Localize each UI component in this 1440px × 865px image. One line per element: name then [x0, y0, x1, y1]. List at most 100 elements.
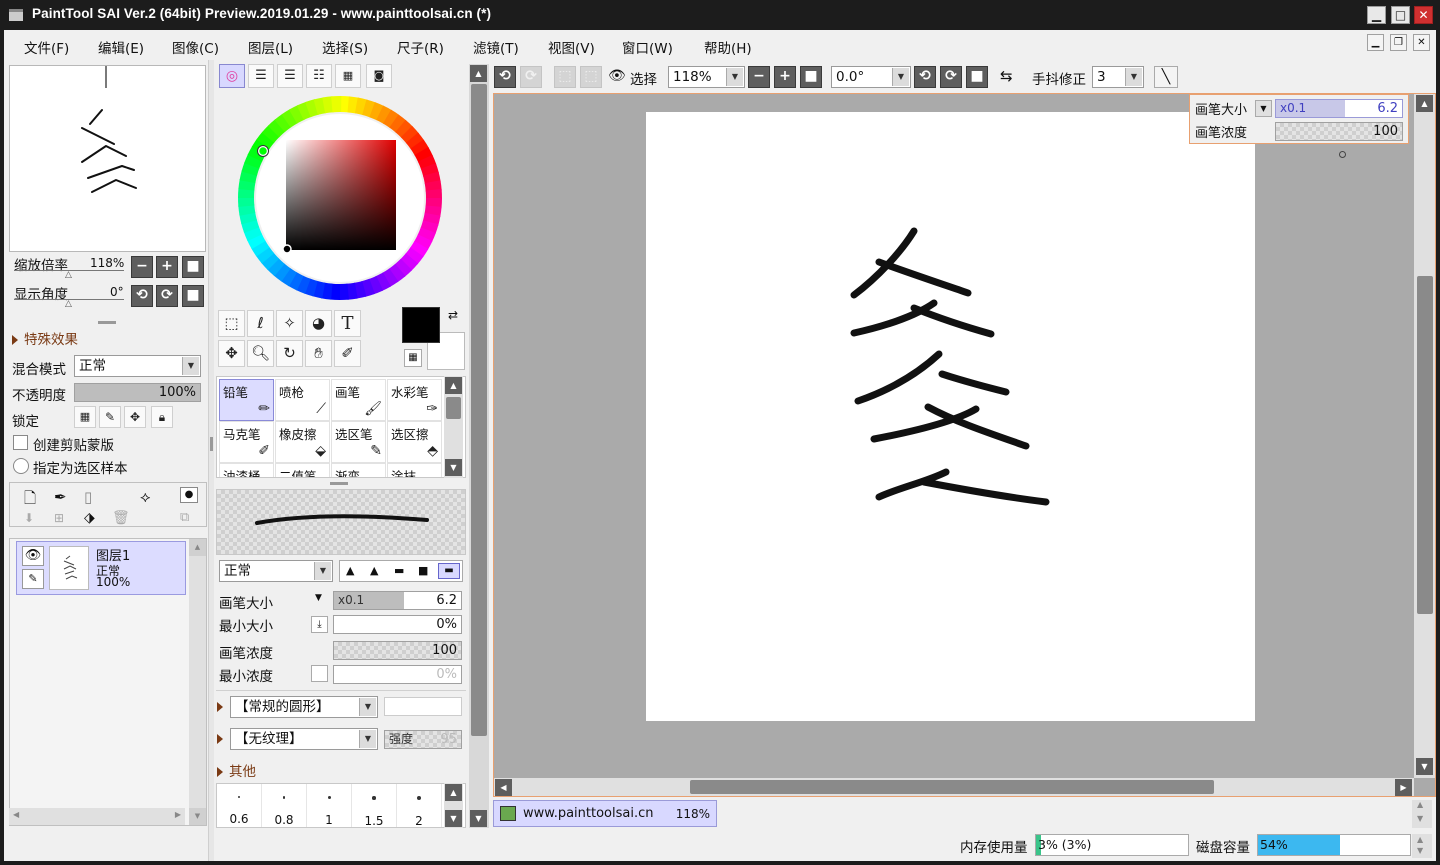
min-size-slider[interactable]: 0%	[333, 615, 462, 634]
brush-size-slider[interactable]: x0.1 6.2	[333, 591, 462, 610]
delete-layer-icon[interactable]: 🗑︎	[112, 510, 130, 526]
scroll-thumb[interactable]	[690, 780, 1214, 794]
rgb-sliders-tab-icon[interactable]: ☰	[248, 64, 274, 88]
scroll-thumb[interactable]	[1417, 276, 1433, 614]
scroll-left-arrow-icon[interactable]: ◀	[495, 779, 512, 796]
rotate-icon[interactable]: ↻	[276, 340, 303, 367]
menu-select[interactable]: 选择(S)	[322, 37, 368, 57]
merge-down-icon[interactable]: ⬇	[24, 511, 34, 525]
scroll-right-arrow-icon[interactable]: ▶	[1395, 779, 1412, 796]
maximize-button[interactable]: □	[1391, 6, 1410, 24]
new-folder-icon[interactable]: ▯	[84, 488, 92, 506]
toolbar-rotate-left-button[interactable]: ⟲	[914, 66, 936, 88]
menu-edit[interactable]: 编辑(E)	[98, 37, 144, 57]
hsv-sliders-tab-icon[interactable]: ☰	[277, 64, 303, 88]
brush-slot[interactable]: 马克笔 ✐	[219, 421, 274, 463]
other-header[interactable]: 其他	[217, 760, 256, 780]
density-slider[interactable]: 100	[333, 641, 462, 660]
edge-flat-icon[interactable]: ▬	[438, 563, 460, 579]
rect-select-icon[interactable]: ⬚	[218, 310, 245, 337]
paint-pencil-icon[interactable]: ✎	[22, 569, 44, 589]
lasso-icon[interactable]: ℓ	[247, 310, 274, 337]
rotate-reset-button[interactable]: ■	[182, 285, 204, 307]
selection-source-checkbox[interactable]	[13, 458, 29, 474]
texture-strength-slider[interactable]: 强度 95	[384, 730, 462, 749]
brush-slot[interactable]: 水彩笔 ✑	[387, 379, 442, 421]
menu-view[interactable]: 视图(V)	[548, 37, 595, 57]
menu-filter[interactable]: 滤镜(T)	[473, 37, 519, 57]
lock-transparency-icon[interactable]: ▦	[74, 406, 96, 428]
toolbar-rotate-reset-button[interactable]: ■	[966, 66, 988, 88]
edge-medium-icon[interactable]: ▲	[370, 564, 378, 577]
scroll-down-arrow-icon[interactable]: ▼	[470, 810, 487, 827]
color-wheel[interactable]	[236, 94, 444, 302]
zoom-reset-button[interactable]: ■	[182, 256, 204, 278]
tool-panel-scrollbar[interactable]: ▲ ▼	[469, 64, 489, 828]
navigator-preview[interactable]	[10, 66, 205, 251]
toolbar-zoom-select[interactable]: 118% ▼	[668, 66, 745, 88]
shape-icon[interactable]: ◕	[305, 310, 332, 337]
brush-shape-select[interactable]: 【常规的圆形】 ▼	[230, 696, 378, 718]
zoom-handle-icon[interactable]: △	[65, 270, 72, 280]
layer-effect-icon[interactable]: ⟡	[140, 487, 151, 507]
minimize-button[interactable]: ▁	[1367, 6, 1386, 24]
size-preset[interactable]: 2	[397, 784, 442, 828]
brush-slot[interactable]: 油漆桶⛁	[219, 463, 274, 477]
edge-hard-icon[interactable]: ▲	[346, 564, 354, 577]
toolbar-angle-select[interactable]: 0.0° ▼	[831, 66, 911, 88]
splitter-grip[interactable]	[330, 482, 348, 485]
move-icon[interactable]: ✥	[218, 340, 245, 367]
canvas-hscrollbar[interactable]: ◀ ▶	[494, 778, 1414, 796]
layer-row[interactable]: 👁︎ ✎ 图层1 正常 100%	[16, 541, 186, 595]
scroll-down-arrow-icon[interactable]: ▼	[189, 808, 206, 825]
zoom-out-button[interactable]: −	[131, 256, 153, 278]
deselect-button[interactable]: ⬚	[554, 66, 576, 88]
zoom-icon[interactable]: 🔍︎	[247, 340, 274, 367]
menu-ruler[interactable]: 尺子(R)	[397, 37, 444, 57]
status-scroller[interactable]: ▲ ▼	[1412, 834, 1432, 858]
layer-hscroll[interactable]: ◀ ▶	[9, 808, 185, 825]
brush-slot[interactable]: 橡皮擦 ⬙	[275, 421, 330, 463]
undo-button[interactable]: ⟲	[494, 66, 516, 88]
scroll-thumb[interactable]	[471, 84, 487, 736]
rotate-right-button[interactable]: ⟳	[156, 285, 178, 307]
mdi-restore-icon[interactable]: ❐	[1390, 34, 1407, 51]
min-density-slider[interactable]: 0%	[333, 665, 462, 684]
texture-expand-icon[interactable]	[217, 734, 223, 744]
layer-mask-icon[interactable]: ●	[180, 487, 198, 503]
edge-square-icon[interactable]: ■	[418, 564, 428, 577]
canvas-vscrollbar[interactable]: ▲ ▼	[1414, 94, 1435, 778]
effects-header[interactable]: 特殊效果	[12, 328, 78, 348]
blend-mode-select[interactable]: 正常 ▼	[74, 355, 201, 377]
size-preset[interactable]: 0.8	[262, 784, 307, 827]
brush-slot[interactable]: 二值笔✏	[275, 463, 330, 477]
canvas-page[interactable]	[646, 112, 1255, 721]
flip-horizontal-icon[interactable]: ⇆	[1000, 67, 1020, 87]
brush-blend-select[interactable]: 正常 ▼	[219, 560, 333, 582]
size-preset[interactable]: 0.6	[217, 784, 262, 827]
rotate-left-button[interactable]: ⟲	[131, 285, 153, 307]
zoom-in-button[interactable]: +	[156, 256, 178, 278]
scratchpad-tab-icon[interactable]: ◙	[366, 64, 392, 88]
scroll-down-arrow-icon[interactable]: ▼	[445, 459, 462, 476]
menu-layer[interactable]: 图层(L)	[248, 37, 293, 57]
menu-window[interactable]: 窗口(W)	[622, 37, 673, 57]
redo-button[interactable]: ⟳	[520, 66, 542, 88]
add-icon[interactable]: ⊞	[54, 511, 64, 525]
show-selection-icon[interactable]: 👁︎	[608, 68, 628, 86]
mdi-close-icon[interactable]: ✕	[1413, 34, 1430, 51]
shape-strength-field[interactable]	[384, 697, 462, 716]
brush-slot[interactable]: 喷枪 ⟋	[275, 379, 330, 421]
brush-slot[interactable]: 画笔 🖌︎	[331, 379, 386, 421]
toolbar-zoom-in-button[interactable]: +	[774, 66, 796, 88]
swap-colors-icon[interactable]: ⇄	[448, 308, 458, 322]
close-button[interactable]: ✕	[1414, 6, 1433, 24]
scroll-up-arrow-icon[interactable]: ▲	[1416, 95, 1433, 112]
visibility-eye-icon[interactable]: 👁︎	[22, 546, 44, 566]
mdi-minimize-icon[interactable]: ▁	[1367, 34, 1384, 51]
text-tool-icon[interactable]: T	[334, 310, 361, 337]
scroll-thumb[interactable]	[446, 397, 461, 419]
splitter-grip[interactable]	[98, 321, 116, 324]
toolbar-zoom-reset-button[interactable]: ■	[800, 66, 822, 88]
invert-selection-button[interactable]: ⬚	[580, 66, 602, 88]
